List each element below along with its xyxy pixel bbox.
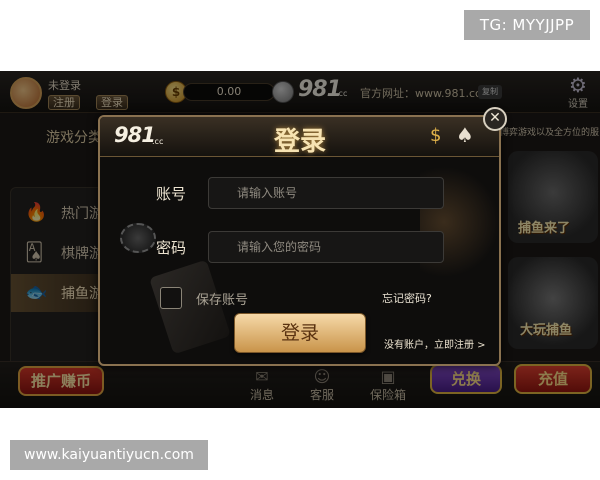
page: TG: MYYJJPP www.kaiyuantiyucn.com 未登录 注册… (0, 0, 600, 480)
login-dialog: 981 .cc 登录 $ ♠ 账号 密码 保存账号 忘记密码? 登录 没有账户，… (98, 115, 501, 366)
password-input[interactable] (208, 231, 444, 263)
dialog-logo-suffix: .cc (152, 137, 164, 146)
register-link[interactable]: 没有账户，立即注册 > (384, 336, 486, 351)
dialog-header: 981 .cc 登录 $ ♠ (100, 117, 499, 157)
remember-checkbox[interactable] (160, 287, 182, 309)
game-screen: 未登录 注册 登录 $ 0.00 981 .cc 官方网址：www.981.cc… (0, 71, 600, 408)
dialog-logo: 981 (114, 123, 156, 147)
close-icon[interactable]: ✕ (483, 107, 507, 131)
forgot-password-link[interactable]: 忘记密码? (382, 290, 432, 306)
account-label: 账号 (156, 185, 187, 203)
login-button[interactable]: 登录 (234, 313, 366, 353)
account-input[interactable] (208, 177, 444, 209)
telegram-watermark: TG: MYYJJPP (464, 10, 590, 40)
remember-label: 保存账号 (196, 293, 249, 308)
dollar-icon: $ (430, 125, 442, 146)
dialog-title: 登录 (273, 127, 326, 157)
spade-icon: ♠ (456, 123, 474, 147)
site-watermark: www.kaiyuantiyucn.com (10, 440, 208, 470)
password-label: 密码 (156, 239, 187, 257)
chip-icon (120, 223, 156, 253)
